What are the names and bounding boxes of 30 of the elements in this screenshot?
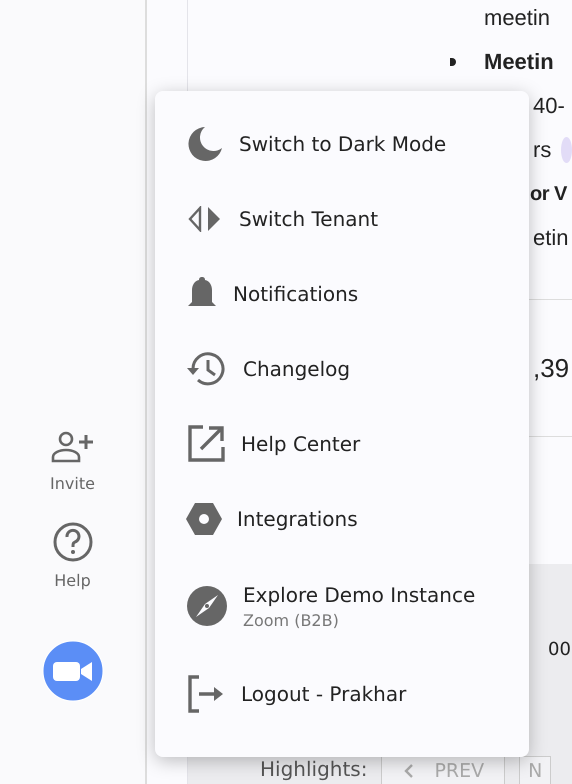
menu-item[interactable]: Switch to Dark Mode [155, 106, 529, 181]
menu-item[interactable]: Integrations [155, 481, 529, 556]
content-text: Meetin [484, 48, 554, 76]
time-text: 00 [548, 638, 571, 660]
help-icon[interactable] [52, 521, 94, 563]
menu-item[interactable]: Explore Demo Instance Zoom (B2B) [155, 556, 529, 656]
content-text: 40- [533, 92, 565, 120]
highlights-label: Highlights: [260, 757, 368, 783]
logout-icon [187, 674, 225, 712]
stat-value: ,39 [533, 352, 570, 384]
hexagon-icon [185, 502, 223, 536]
content-text: meetin [484, 4, 550, 32]
menu-item[interactable]: Logout - Prakhar [155, 656, 529, 731]
chip [561, 137, 572, 163]
content-text: or V [530, 182, 567, 207]
menu-sublabel: Zoom (B2B) [243, 610, 340, 630]
content-text: etin [533, 224, 568, 252]
content-text: rs [533, 136, 552, 164]
history-icon [187, 350, 227, 386]
video-camera-icon[interactable] [42, 640, 104, 702]
compass-icon [187, 586, 227, 626]
external-link-icon [187, 424, 225, 462]
arrows-icon [187, 206, 223, 232]
menu-item[interactable]: Notifications [155, 256, 529, 331]
sidebar-label[interactable]: Invite [50, 474, 95, 493]
menu-item[interactable]: Help Center [155, 406, 529, 481]
sidebar-label[interactable]: Help [54, 571, 91, 590]
menu-item[interactable]: Changelog [155, 331, 529, 406]
moon-icon [187, 126, 223, 162]
menu-item[interactable]: Switch Tenant [155, 181, 529, 256]
